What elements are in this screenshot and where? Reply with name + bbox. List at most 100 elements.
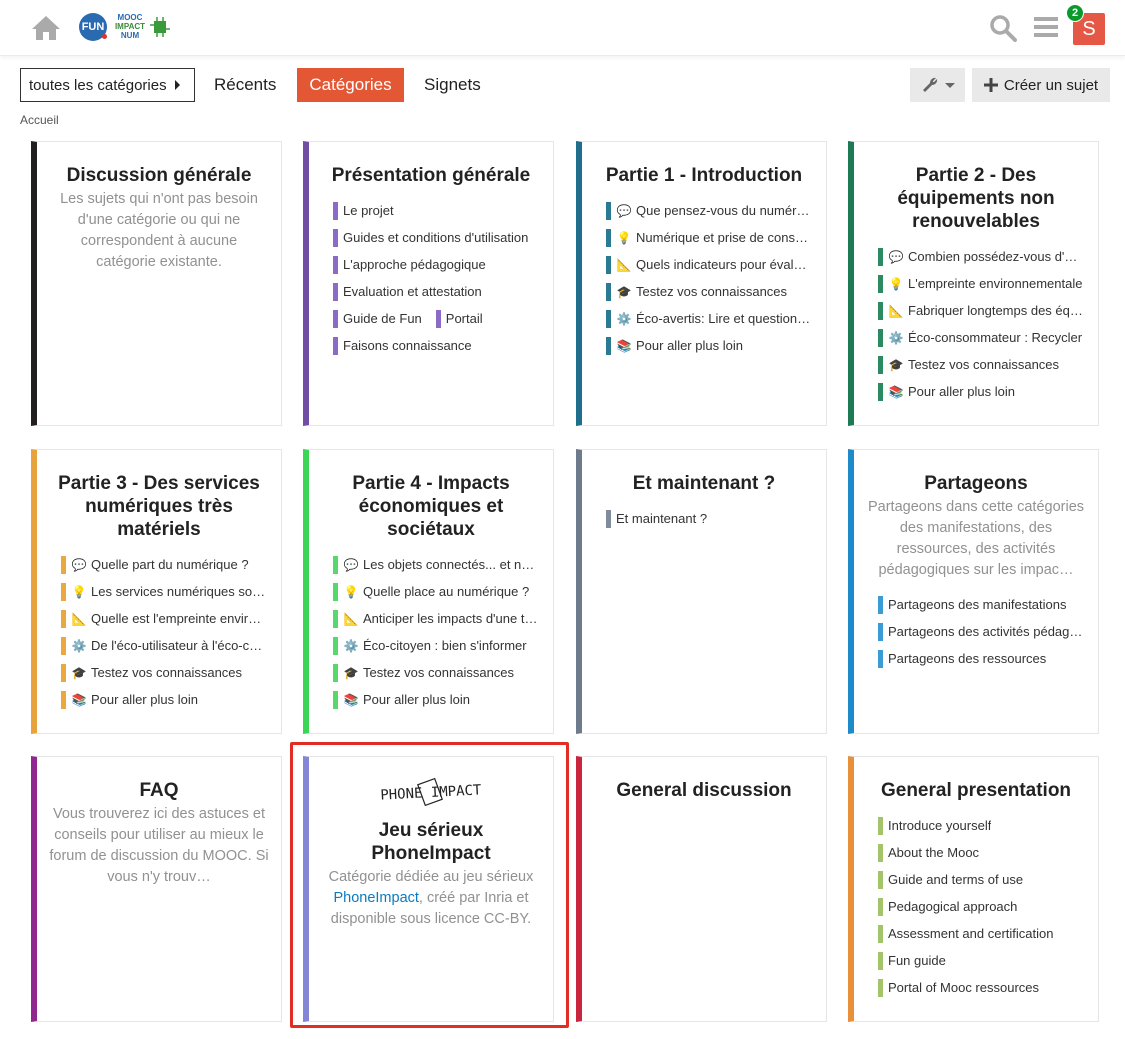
card-title[interactable]: Discussion générale (37, 164, 281, 187)
card-title[interactable]: Partie 4 - Impacts économiques et sociét… (309, 472, 553, 541)
wrench-icon (922, 77, 937, 92)
create-topic-button[interactable]: Créer un sujet (972, 68, 1110, 102)
subcategory-item[interactable]: L'approche pédagogique (333, 251, 553, 278)
category-card-general-presentation[interactable]: General presentation Introduce yourself … (848, 756, 1099, 1022)
subcategory-item[interactable]: Partageons des manifestations (878, 591, 1098, 618)
subcategory-item[interactable]: Le projet (333, 197, 553, 224)
subcategory-item[interactable]: ⚙️ Éco-avertis: Lire et questionner (606, 305, 826, 332)
card-title[interactable]: Partie 2 - Des équipements non renouvela… (854, 164, 1098, 233)
category-card-general-discussion[interactable]: General discussion (576, 756, 827, 1022)
category-card-partageons[interactable]: Partageons Partageons dans cette catégor… (848, 449, 1099, 734)
category-card-partie-3[interactable]: Partie 3 - Des services numériques très … (31, 449, 282, 734)
subcategory-item[interactable]: Faisons connaissance (333, 332, 553, 359)
nav-recents[interactable]: Récents (202, 68, 288, 102)
card-title[interactable]: Présentation générale (309, 164, 553, 187)
subcategory-list: Partageons des manifestations Partageons… (854, 591, 1098, 672)
subcategory-item[interactable]: About the Mooc (878, 839, 1098, 866)
card-description: Partageons dans cette catégories des man… (867, 499, 1085, 578)
phoneimpact-logo: PHONE IMPACT (380, 777, 482, 807)
mooc-logo[interactable]: MOOC IMPACT NUM (110, 13, 150, 43)
subcategory-list: 💬 Les objets connectés... et nous ? 💡 Quel… (309, 551, 553, 713)
category-card-faq[interactable]: FAQ Vous trouverez ici des astuces et co… (31, 756, 282, 1022)
category-card-partie-1[interactable]: Partie 1 - Introduction 💬 Que pensez-vous… (576, 141, 827, 426)
card-title[interactable]: Partageons (854, 472, 1098, 495)
admin-wrench-button[interactable] (910, 68, 965, 102)
card-title[interactable]: Partie 3 - Des services numériques très … (37, 472, 281, 541)
subcategory-item[interactable]: Guides et conditions d'utilisation (333, 224, 553, 251)
category-dropdown[interactable]: toutes les catégories (20, 68, 195, 102)
category-card-partie-2[interactable]: Partie 2 - Des équipements non renouvela… (848, 141, 1099, 426)
subcategory-item[interactable]: Portail (435, 309, 483, 328)
triangle-ruler-icon: 📐 (888, 303, 904, 318)
subcategory-item[interactable]: ⚙️De l'éco-utilisateur à l'éco-concepteu… (61, 632, 281, 659)
subcategory-item[interactable]: 📐Quelle est l'empreinte environnementale… (61, 605, 281, 632)
phoneimpact-link[interactable]: PhoneImpact (333, 890, 418, 906)
subcategory-item[interactable]: 📚 Pour aller plus loin (333, 686, 553, 713)
books-icon: 📚 (888, 384, 904, 399)
nav-categories[interactable]: Catégories (297, 68, 404, 102)
subcategory-item[interactable]: 🎓 Testez vos connaissances (878, 351, 1098, 378)
svg-text:PHONE IMPACT: PHONE IMPACT (380, 782, 482, 803)
subcategory-item[interactable]: 💡Numérique et prise de conscience (606, 224, 826, 251)
subcategory-item[interactable]: 💬 Quelle part du numérique ? (61, 551, 281, 578)
subcategory-item[interactable]: 📚 Pour aller plus loin (878, 378, 1098, 405)
caret-right-icon (174, 80, 180, 90)
subcategory-item[interactable]: 📐Fabriquer longtemps des équipements (878, 297, 1098, 324)
category-card-partie-4[interactable]: Partie 4 - Impacts économiques et sociét… (303, 449, 554, 734)
card-description: Vous trouverez ici des astuces et consei… (49, 806, 269, 885)
subcategory-item[interactable]: Guide and terms of use (878, 866, 1098, 893)
subcategory-item[interactable]: 💬 Les objets connectés... et nous ? (333, 551, 553, 578)
triangle-ruler-icon: 📐 (343, 611, 359, 626)
subcategory-item[interactable]: Partageons des ressources (878, 645, 1098, 672)
subcategory-item[interactable]: 📚 Pour aller plus loin (606, 332, 826, 359)
subcategory-item[interactable]: Portal of Mooc ressources (878, 974, 1098, 1001)
speech-bubble-icon: 💬 (616, 203, 632, 218)
subcategory-item[interactable]: ⚙️ Éco-citoyen : bien s'informer (333, 632, 553, 659)
breadcrumb[interactable]: Accueil (20, 113, 59, 127)
subcategory-item[interactable]: Introduce yourself (878, 812, 1098, 839)
search-icon[interactable] (989, 14, 1017, 42)
category-card-discussion-generale[interactable]: Discussion générale Les sujets qui n'ont… (31, 141, 282, 426)
subcategory-item[interactable]: 🎓 Testez vos connaissances (333, 659, 553, 686)
category-card-presentation-generale[interactable]: Présentation générale Le projet Guides e… (303, 141, 554, 426)
home-icon[interactable] (30, 14, 62, 42)
subcategory-item[interactable]: Evaluation et attestation (333, 278, 553, 305)
card-title[interactable]: Partie 1 - Introduction (582, 164, 826, 187)
card-title[interactable]: General discussion (582, 779, 826, 802)
subcategory-item[interactable]: 💡Les services numériques sont matériels (61, 578, 281, 605)
subcategory-item[interactable]: 🎓 Testez vos connaissances (61, 659, 281, 686)
card-title[interactable]: Et maintenant ? (582, 472, 826, 495)
card-description: Catégorie dédiée au jeu sérieux PhoneImp… (328, 869, 534, 927)
graduation-cap-icon: 🎓 (71, 665, 87, 680)
notification-badge[interactable]: 2 (1066, 4, 1084, 22)
chip-icon (150, 17, 170, 37)
nav-signets[interactable]: Signets (412, 68, 493, 102)
category-card-et-maintenant[interactable]: Et maintenant ? Et maintenant ? (576, 449, 827, 734)
subcategory-item[interactable]: 💡 Quelle place au numérique ? (333, 578, 553, 605)
subcategory-item[interactable]: 💬Que pensez-vous du numérique ? (606, 197, 826, 224)
subcategory-item[interactable]: 💬Combien possédez-vous d'équipements ? (878, 243, 1098, 270)
graduation-cap-icon: 🎓 (343, 665, 359, 680)
subcategory-item[interactable]: 📐Anticiper les impacts d'une technologie (333, 605, 553, 632)
subcategory-item[interactable]: Assessment and certification (878, 920, 1098, 947)
gear-icon: ⚙️ (616, 311, 632, 326)
subcategory-item[interactable]: Et maintenant ? (606, 505, 826, 532)
subcategory-item[interactable]: 📐 Quels indicateurs pour évaluer ? (606, 251, 826, 278)
subcategory-item[interactable]: Partageons des activités pédagogiques (878, 618, 1098, 645)
subcategory-item[interactable]: 🎓 Testez vos connaissances (606, 278, 826, 305)
hamburger-menu-icon[interactable] (1034, 16, 1058, 38)
subcategory-item[interactable]: Fun guide (878, 947, 1098, 974)
subcategory-list: 💬Combien possédez-vous d'équipements ? 💡… (854, 243, 1098, 405)
card-title[interactable]: General presentation (854, 779, 1098, 802)
card-description: Les sujets qui n'ont pas besoin d'une ca… (60, 191, 258, 270)
subcategory-item[interactable]: Guide de Fun (333, 309, 422, 328)
subcategory-item[interactable]: ⚙️ Éco-consommateur : Recycler (878, 324, 1098, 351)
subcategory-item[interactable]: 📚 Pour aller plus loin (61, 686, 281, 713)
subcategory-item[interactable]: 💡 L'empreinte environnementale (878, 270, 1098, 297)
card-title[interactable]: Jeu sérieux PhoneImpact (309, 819, 553, 865)
category-card-phoneimpact[interactable]: PHONE IMPACT Jeu sérieux PhoneImpact Cat… (303, 756, 554, 1022)
subcategory-list: 💬 Quelle part du numérique ? 💡 Les service… (37, 551, 281, 713)
lightbulb-icon: 💡 (71, 584, 87, 599)
subcategory-item[interactable]: Pedagogical approach (878, 893, 1098, 920)
card-title[interactable]: FAQ (37, 779, 281, 802)
